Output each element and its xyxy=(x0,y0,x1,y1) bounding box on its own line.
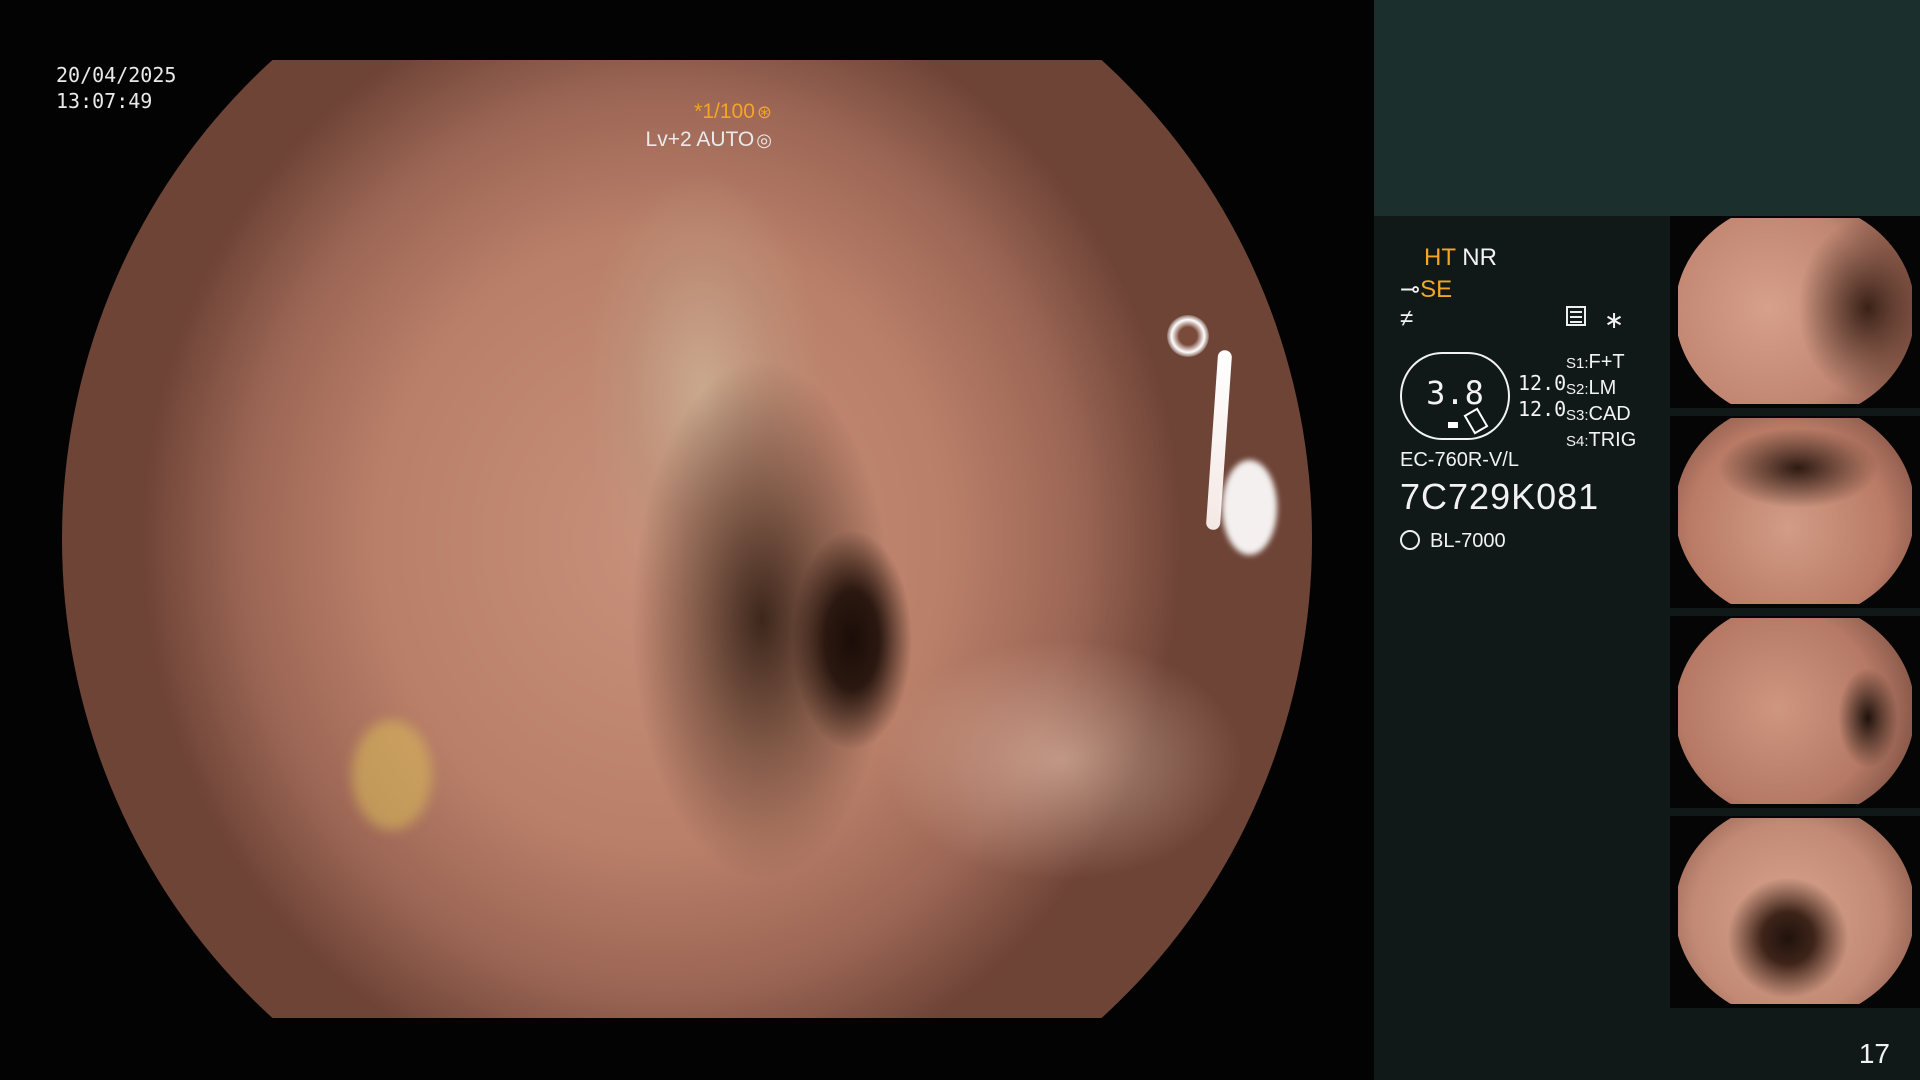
mucosa-reflection xyxy=(1167,315,1209,357)
shutter-text: *1/100 xyxy=(694,100,755,123)
shutter-icon: ⊛ xyxy=(756,102,772,122)
switch-value: LM xyxy=(1588,377,1617,399)
light-source: BL-7000 xyxy=(1400,530,1506,553)
light-source-text: BL-7000 xyxy=(1430,530,1506,552)
mode-row-ht-nr: HT NR xyxy=(1424,244,1497,272)
ht-label: HT xyxy=(1424,244,1456,271)
gauge-number-2: 12.0 xyxy=(1518,397,1567,421)
se-label: SE xyxy=(1420,276,1453,303)
shutter-line: *1/100 ⊛ xyxy=(646,98,772,126)
panel-settings-icon xyxy=(1566,306,1586,326)
thumbnail-strip xyxy=(1670,216,1920,1016)
switch-assignments: S1:F+T S2:LM S3:CAD S4:TRIG xyxy=(1566,350,1636,454)
gauge-value: 3.8 xyxy=(1426,374,1484,412)
thumbnail-image xyxy=(1678,818,1912,1004)
switch-key: S1: xyxy=(1566,355,1589,372)
thumbnail[interactable] xyxy=(1670,616,1920,808)
auto-iris-icon: ◎ xyxy=(756,130,772,150)
thumbnail-image xyxy=(1678,618,1912,804)
nr-label: NR xyxy=(1462,244,1497,271)
panel-header-block xyxy=(1374,0,1920,216)
thumbnail-image xyxy=(1678,418,1912,604)
page-number: 17 xyxy=(1858,1038,1890,1069)
switch-value: TRIG xyxy=(1588,429,1637,451)
switch-row-s4: S4:TRIG xyxy=(1566,428,1636,454)
gauge-number-1: 12.0 xyxy=(1518,371,1567,395)
asterisk-icon: ∗ xyxy=(1604,306,1625,334)
se-prefix-icon: ⊸ xyxy=(1400,276,1421,303)
switch-key: S2: xyxy=(1566,381,1589,398)
sun-icon xyxy=(1400,530,1420,550)
switch-value: CAD xyxy=(1588,403,1631,425)
scope-serial: 7C729K081 xyxy=(1400,476,1600,517)
gauge-numbers: 12.0 12.0 xyxy=(1518,370,1566,422)
switch-row-s3: S3:CAD xyxy=(1566,402,1636,428)
gauge-marker-icon xyxy=(1448,422,1458,428)
fluid-reflection xyxy=(1205,349,1233,531)
exposure-readout: *1/100 ⊛ Lv+2 AUTO ◎ xyxy=(646,98,772,154)
thumbnail-image xyxy=(1678,218,1912,404)
switch-value: F+T xyxy=(1588,351,1625,373)
thumbnail[interactable] xyxy=(1670,416,1920,608)
scope-model: EC-760R-V/L xyxy=(1400,449,1519,471)
switch-row-s1: S1:F+T xyxy=(1566,350,1636,376)
level-line: Lv+2 AUTO ◎ xyxy=(646,126,772,154)
switch-row-s2: S2:LM xyxy=(1566,376,1636,402)
date-text: 20/04/2025 xyxy=(56,63,177,87)
endoscopy-main-view: 20/04/2025 13:07:49 *1/100 ⊛ Lv+2 AUTO ◎ xyxy=(0,0,1372,1080)
thumbnail[interactable] xyxy=(1670,816,1920,1008)
switch-key: S4: xyxy=(1566,433,1589,450)
mode-row-se: ⊸SE xyxy=(1400,275,1452,304)
date-time: 20/04/2025 13:07:49 xyxy=(56,62,176,114)
time-text: 13:07:49 xyxy=(56,89,153,113)
switch-key: S3: xyxy=(1566,407,1589,424)
endoscope-image xyxy=(62,60,1312,1018)
thumbnail[interactable] xyxy=(1670,216,1920,408)
level-text: Lv+2 AUTO xyxy=(645,128,755,151)
gauge: 3.8 xyxy=(1400,352,1510,440)
mode-row-3: ≠ xyxy=(1400,305,1414,332)
